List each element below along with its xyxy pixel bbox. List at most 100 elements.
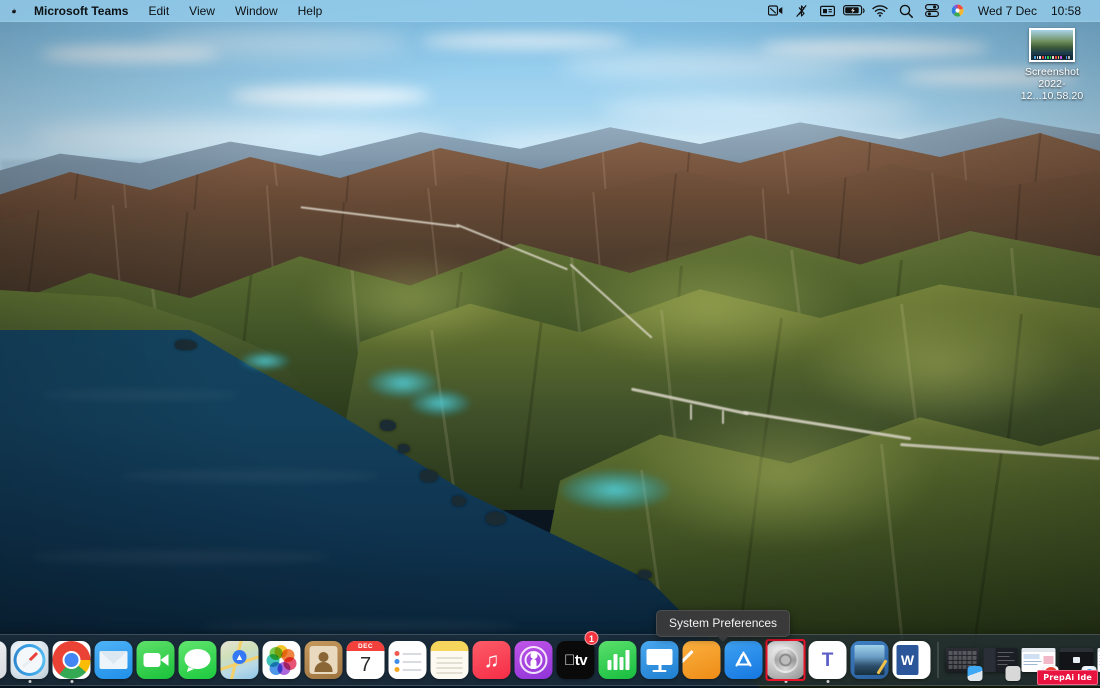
menu-bar-clock[interactable]: 10:58: [1044, 4, 1088, 18]
dock-item-word[interactable]: W: [891, 634, 933, 686]
apple-tv-icon: tv: [557, 641, 595, 679]
cloud: [760, 40, 990, 56]
dock-item-numbers[interactable]: [597, 634, 639, 686]
dock-item-calendar[interactable]: DEC 7: [345, 634, 387, 686]
sea-rock: [420, 470, 438, 482]
menu-window[interactable]: Window: [225, 2, 288, 20]
colorful-status-icon[interactable]: [945, 1, 971, 21]
bridge-pier: [722, 410, 724, 424]
photos-icon: [263, 641, 301, 679]
surf: [560, 470, 670, 510]
bridge-pier: [690, 404, 692, 420]
surf: [410, 390, 470, 416]
word-glyph: W: [897, 645, 919, 675]
minimized-window-dark[interactable]: [982, 634, 1020, 686]
watermark-text: PrepAi Ide: [1043, 673, 1092, 682]
dock-item-tv[interactable]: tv 1: [555, 634, 597, 686]
numbers-icon: [599, 641, 637, 679]
sunlight-glow: [620, 400, 940, 550]
keynote-icon: [641, 641, 679, 679]
menu-view[interactable]: View: [179, 2, 225, 20]
preview-icon: [851, 641, 889, 679]
finder-badge-icon: [968, 666, 983, 681]
control-center-icon[interactable]: [919, 1, 945, 21]
screenshot-thumbnail: [1029, 28, 1075, 62]
dock-item-photos[interactable]: [261, 634, 303, 686]
app-badge-icon: [1006, 666, 1021, 681]
cloud: [150, 32, 410, 54]
dock-item-keynote[interactable]: [639, 634, 681, 686]
dock-item-music[interactable]: ♫: [471, 634, 513, 686]
dock-item-reminders[interactable]: [387, 634, 429, 686]
sunlight-glow: [300, 250, 520, 350]
wifi-icon[interactable]: [867, 1, 893, 21]
battery-icon[interactable]: [841, 1, 867, 21]
launchpad-icon: [0, 641, 7, 679]
bluetooth-disabled-icon[interactable]: [789, 1, 815, 21]
calendar-icon: DEC 7: [347, 641, 385, 679]
mail-icon: [95, 641, 133, 679]
teams-icon: T: [809, 641, 847, 679]
menu-help[interactable]: Help: [288, 2, 333, 20]
desktop-file-label: Screenshot 2022-12...10.58.20: [1012, 66, 1092, 102]
dock-item-maps[interactable]: ▲: [219, 634, 261, 686]
word-icon: W: [893, 641, 931, 679]
messages-icon: [179, 641, 217, 679]
dock-item-preview[interactable]: [849, 634, 891, 686]
dock-item-chrome[interactable]: [51, 634, 93, 686]
dock-item-mail[interactable]: [93, 634, 135, 686]
menu-app-name[interactable]: Microsoft Teams: [24, 2, 138, 20]
safari-icon: [11, 641, 49, 679]
dock-item-notes[interactable]: [429, 634, 471, 686]
notes-icon: [431, 641, 469, 679]
cloud: [600, 96, 920, 124]
menu-bar-left: Microsoft Teams Edit View Window Help: [0, 2, 332, 20]
minimized-window-finder[interactable]: [944, 634, 982, 686]
appstore-icon: [725, 641, 763, 679]
running-indicator: [784, 680, 787, 683]
sea-rock: [398, 444, 410, 453]
sea-rock: [380, 420, 396, 431]
running-indicator: [28, 680, 31, 683]
dock-item-launchpad[interactable]: [0, 634, 9, 686]
sea-rock: [175, 340, 197, 350]
menu-bar-date[interactable]: Wed 7 Dec: [971, 4, 1044, 18]
screen-recording-icon[interactable]: [763, 1, 789, 21]
spotlight-search-icon[interactable]: [893, 1, 919, 21]
sea-rock: [452, 496, 466, 506]
system-preferences-icon: [767, 641, 805, 679]
music-icon: ♫: [473, 641, 511, 679]
menu-edit[interactable]: Edit: [138, 2, 179, 20]
tv-glyph: tv: [564, 652, 587, 669]
cloud: [560, 52, 860, 78]
desktop-file-screenshot[interactable]: Screenshot 2022-12...10.58.20: [1012, 28, 1092, 102]
teams-glyph: T: [822, 651, 834, 670]
watermark-badge: PrepAi Ide: [1037, 670, 1098, 685]
apple-menu-icon[interactable]: [10, 3, 24, 19]
sea-rock: [486, 512, 506, 525]
dock-tooltip: System Preferences: [656, 610, 790, 637]
sea-rock: [638, 570, 652, 579]
dock-item-safari[interactable]: [9, 634, 51, 686]
tv-badge: 1: [585, 631, 599, 645]
desktop-wallpaper: [0, 0, 1100, 688]
dock-item-system-preferences[interactable]: [765, 634, 807, 686]
calendar-day: 7: [347, 650, 385, 679]
surf: [240, 352, 290, 370]
reminders-icon: [389, 641, 427, 679]
running-indicator: [826, 680, 829, 683]
dock-item-messages[interactable]: [177, 634, 219, 686]
cloud: [230, 86, 430, 106]
running-indicator: [70, 680, 73, 683]
dock-item-podcasts[interactable]: [513, 634, 555, 686]
tooltip-text: System Preferences: [669, 616, 777, 630]
pages-icon: [683, 641, 721, 679]
podcasts-icon: [515, 641, 553, 679]
dock-item-teams[interactable]: T: [807, 634, 849, 686]
cloud: [420, 34, 630, 48]
dock-item-contacts[interactable]: [303, 634, 345, 686]
menu-bar-status-area: Wed 7 Dec 10:58: [763, 1, 1100, 21]
display-icon[interactable]: [815, 1, 841, 21]
dock-item-facetime[interactable]: [135, 634, 177, 686]
contacts-icon: [305, 641, 343, 679]
